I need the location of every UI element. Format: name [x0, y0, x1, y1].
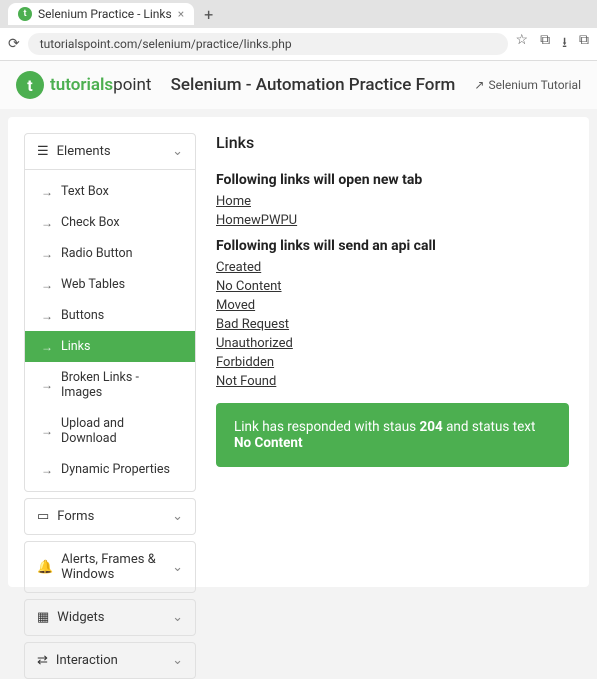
chevron-down-icon: ⌄	[172, 509, 183, 524]
bell-icon: 🔔	[37, 560, 53, 575]
menu-icon: ☰	[37, 144, 49, 159]
download-icon[interactable]: ⭳	[562, 32, 567, 56]
api-link-bad-request[interactable]: Bad Request	[216, 317, 569, 332]
status-mid: and status text	[443, 419, 536, 435]
sidebar-item-label: Links	[61, 339, 90, 354]
arrow-right-icon: →	[41, 278, 53, 292]
sidebar-item-label: Buttons	[61, 308, 104, 323]
page-header-title: Selenium - Automation Practice Form	[171, 75, 456, 95]
section-label: Widgets	[57, 610, 104, 625]
arrow-right-icon: →	[41, 463, 53, 477]
status-message: Link has responded with staus 204 and st…	[216, 403, 569, 467]
api-link-not-found[interactable]: Not Found	[216, 374, 569, 389]
api-heading: Following links will send an api call	[216, 238, 569, 254]
address-bar[interactable]: tutorialspoint.com/selenium/practice/lin…	[28, 33, 508, 55]
arrow-right-icon: →	[41, 247, 53, 261]
new-tab-button[interactable]: +	[204, 5, 213, 24]
extensions-icon[interactable]: ⧉	[540, 32, 550, 56]
swap-icon: ⇄	[37, 653, 48, 668]
external-icon: ↗	[474, 78, 484, 92]
sidebar-section-alerts-frames-windows[interactable]: 🔔 Alerts, Frames & Windows⌄	[25, 542, 195, 592]
sidebar-item-label: Broken Links - Images	[61, 370, 179, 400]
sidebar-item-label: Text Box	[61, 184, 109, 199]
widgets-icon: ▦	[37, 610, 49, 625]
section-label: Elements	[57, 144, 111, 159]
arrow-right-icon: →	[41, 378, 53, 392]
sidebar-item-label: Check Box	[61, 215, 120, 230]
tutorial-link-text: Selenium Tutorial	[488, 78, 581, 92]
form-icon: ▭	[37, 509, 49, 524]
sidebar-item-broken-links-images[interactable]: → Broken Links - Images	[25, 362, 195, 408]
sidebar-section-forms[interactable]: ▭ Forms ⌄	[25, 499, 195, 534]
newtab-link-homewpwpu[interactable]: HomewPWPU	[216, 213, 569, 228]
arrow-right-icon: →	[41, 216, 53, 230]
sidebar-item-label: Web Tables	[61, 277, 125, 292]
logo[interactable]: t tutorialspoint	[16, 71, 151, 99]
page-title: Links	[216, 133, 569, 152]
newtab-link-home[interactable]: Home	[216, 194, 569, 209]
api-link-no-content[interactable]: No Content	[216, 279, 569, 294]
chevron-down-icon: ⌄	[172, 144, 183, 159]
chevron-down-icon: ⌄	[172, 560, 183, 575]
sidebar-item-radio-button[interactable]: → Radio Button	[25, 238, 195, 269]
chevron-down-icon: ⌄	[172, 653, 183, 668]
status-text: No Content	[234, 435, 303, 451]
sidebar-item-text-box[interactable]: → Text Box	[25, 176, 195, 207]
section-label: Forms	[57, 509, 94, 524]
sidebar-item-upload-and-download[interactable]: → Upload and Download	[25, 408, 195, 454]
logo-text: tutorialspoint	[50, 75, 151, 95]
favicon-icon: t	[18, 7, 32, 21]
sidebar-section-widgets[interactable]: ▦ Widgets ⌄	[25, 600, 195, 635]
close-tab-icon[interactable]: ×	[178, 7, 184, 21]
sidebar-item-label: Dynamic Properties	[61, 462, 170, 477]
logo-icon: t	[16, 71, 44, 99]
api-link-created[interactable]: Created	[216, 260, 569, 275]
arrow-right-icon: →	[41, 309, 53, 323]
sidebar-item-links[interactable]: → Links	[25, 331, 195, 362]
sidebar-item-web-tables[interactable]: → Web Tables	[25, 269, 195, 300]
status-prefix: Link has responded with staus	[234, 419, 419, 435]
arrow-right-icon: →	[41, 340, 53, 354]
section-label: Alerts, Frames & Windows	[61, 552, 172, 582]
sidebar-section-interaction[interactable]: ⇄ Interaction ⌄	[25, 643, 195, 678]
chevron-down-icon: ⌄	[172, 610, 183, 625]
arrow-right-icon: →	[41, 424, 53, 438]
sidebar-item-label: Upload and Download	[61, 416, 179, 446]
sidebar-item-dynamic-properties[interactable]: → Dynamic Properties	[25, 454, 195, 485]
star-icon[interactable]: ☆	[516, 32, 529, 56]
newtab-heading: Following links will open new tab	[216, 172, 569, 188]
url-text: tutorialspoint.com/selenium/practice/lin…	[40, 37, 292, 51]
api-link-unauthorized[interactable]: Unauthorized	[216, 336, 569, 351]
copy-icon[interactable]: ⧉	[579, 32, 589, 56]
tutorial-link[interactable]: ↗ Selenium Tutorial	[474, 78, 581, 92]
sidebar-item-buttons[interactable]: → Buttons	[25, 300, 195, 331]
section-label: Interaction	[56, 653, 118, 668]
tab-title: Selenium Practice - Links	[38, 7, 172, 21]
api-link-forbidden[interactable]: Forbidden	[216, 355, 569, 370]
sidebar: ☰ Elements ⌄ → Text Box → Check Box → Radio Butt…	[24, 133, 196, 571]
api-link-moved[interactable]: Moved	[216, 298, 569, 313]
status-code: 204	[419, 419, 442, 435]
browser-tab[interactable]: t Selenium Practice - Links ×	[8, 3, 194, 25]
sidebar-item-label: Radio Button	[61, 246, 133, 261]
arrow-right-icon: →	[41, 185, 53, 199]
sidebar-item-check-box[interactable]: → Check Box	[25, 207, 195, 238]
sidebar-section-elements[interactable]: ☰ Elements ⌄	[25, 134, 195, 170]
reload-icon[interactable]: ⟳	[8, 36, 20, 52]
